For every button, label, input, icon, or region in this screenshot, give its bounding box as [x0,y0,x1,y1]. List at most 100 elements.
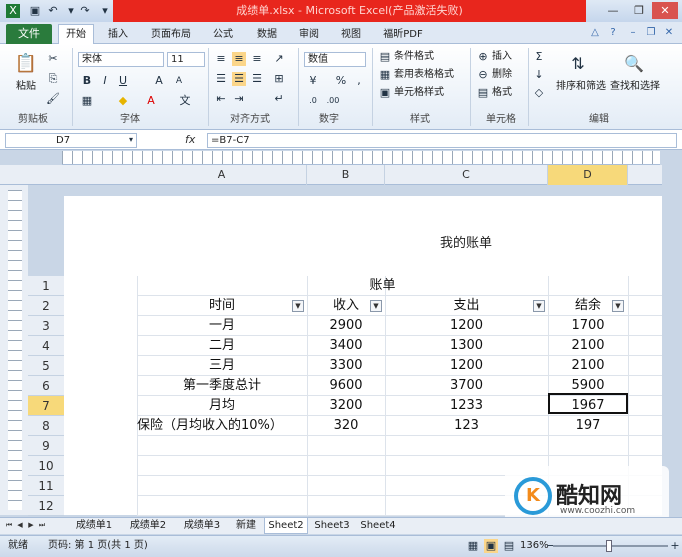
table-cell[interactable]: 3200 [307,396,385,416]
quick-access-customize-icon[interactable]: ▾ [98,4,112,18]
fill-color-icon[interactable]: ◆ [116,94,130,108]
name-box[interactable]: D7 [5,133,137,148]
format-painter-icon[interactable]: 🖌 [46,92,60,106]
tab-formulas[interactable]: 公式 [206,26,240,44]
number-format-combo[interactable]: 数值 [304,52,366,67]
insert-cells-button[interactable]: 插入 [492,50,512,64]
column-header-a[interactable]: A [137,165,307,185]
font-size-combo[interactable]: 11 [167,52,205,67]
table-cell[interactable]: 3300 [307,356,385,376]
column-header-c[interactable]: C [385,165,548,185]
orientation-icon[interactable]: ↗ [272,52,286,66]
increase-indent-icon[interactable]: ⇥ [232,92,246,106]
doc-close-icon[interactable]: ✕ [662,26,676,40]
close-button[interactable]: ✕ [652,2,678,19]
sort-filter-button[interactable]: 排序和筛选 [556,80,606,94]
filter-dropdown-icon[interactable]: ▼ [292,300,304,312]
row-header-4[interactable]: 4 [28,336,64,356]
sheet-tab[interactable]: Sheet4 [356,518,400,534]
cut-icon[interactable]: ✂ [46,52,60,66]
zoom-in-icon[interactable]: + [668,539,682,553]
table-cell[interactable]: 9600 [307,376,385,396]
table-cell[interactable]: 3700 [385,376,548,396]
sheet-tab[interactable]: 成绩单1 [68,518,120,534]
copy-icon[interactable]: ⎘ [46,72,60,86]
sheet-tab-active[interactable]: Sheet2 [264,518,308,534]
merge-center-icon[interactable]: ⊞ [272,72,286,86]
prev-sheet-icon[interactable]: ◀ [15,519,25,532]
table-cell[interactable]: 1200 [385,316,548,336]
table-cell[interactable]: 保险（月均收入的10%） [137,416,307,436]
doc-minimize-icon[interactable]: – [626,26,640,40]
collapse-ribbon-icon[interactable]: △ [588,26,602,40]
filter-dropdown-icon[interactable]: ▼ [533,300,545,312]
normal-view-icon[interactable]: ▦ [466,539,480,553]
table-cell[interactable]: 二月 [137,336,307,356]
table-cell[interactable]: 三月 [137,356,307,376]
grow-font-icon[interactable]: A [152,74,166,88]
tab-data[interactable]: 数据 [250,26,284,44]
paste-icon[interactable]: 📋 [14,52,38,76]
phonetic-icon[interactable]: 文 [178,94,192,108]
first-sheet-icon[interactable]: ⏮ [4,519,14,532]
underline-icon[interactable]: U [116,74,130,88]
table-cell[interactable]: 1300 [385,336,548,356]
sheet-tab[interactable]: 成绩单3 [176,518,228,534]
table-cell[interactable]: 123 [385,416,548,436]
row-header-2[interactable]: 2 [28,296,64,316]
row-header-9[interactable]: 9 [28,436,64,456]
tab-foxit-pdf[interactable]: 福昕PDF [376,26,430,44]
currency-icon[interactable]: ¥ [306,74,320,88]
clear-icon[interactable]: ◇ [532,86,546,100]
name-box-dropdown-icon[interactable]: ▾ [124,133,138,147]
header-time[interactable]: 时间 [137,296,307,316]
decrease-decimal-icon[interactable]: .00 [326,94,340,108]
row-header-7[interactable]: 7 [28,396,64,416]
row-header-3[interactable]: 3 [28,316,64,336]
align-center-icon[interactable]: ☰ [232,72,246,86]
tab-review[interactable]: 审阅 [292,26,326,44]
table-format-button[interactable]: 套用表格格式 [394,68,454,82]
borders-icon[interactable]: ▦ [80,94,94,108]
row-header-1[interactable]: 1 [28,276,64,296]
tab-file[interactable]: 文件 [6,24,52,44]
redo-icon[interactable]: ↷ [78,4,92,18]
wrap-text-icon[interactable]: ↵ [272,92,286,106]
row-header-6[interactable]: 6 [28,376,64,396]
tab-insert[interactable]: 插入 [100,26,136,44]
row-header-11[interactable]: 11 [28,476,64,496]
formula-input[interactable]: =B7-C7 [207,133,677,148]
help-icon[interactable]: ? [606,26,620,40]
fill-icon[interactable]: ↓ [532,68,546,82]
sheet-tab[interactable]: 新建 [230,518,262,534]
align-middle-icon[interactable]: ≡ [232,52,246,66]
font-name-combo[interactable]: 宋体 [78,52,164,67]
italic-icon[interactable]: I [98,74,112,88]
align-left-icon[interactable]: ☰ [214,72,228,86]
percent-icon[interactable]: % [334,74,348,88]
font-color-icon[interactable]: A [144,94,158,108]
bold-icon[interactable]: B [80,74,94,88]
filter-dropdown-icon[interactable]: ▼ [612,300,624,312]
last-sheet-icon[interactable]: ⏭ [37,519,47,532]
page-break-view-icon[interactable]: ▤ [502,539,516,553]
table-cell[interactable]: 3400 [307,336,385,356]
conditional-format-button[interactable]: 条件格式 [394,50,434,64]
zoom-slider-handle[interactable] [606,540,612,552]
page-layout-view-icon[interactable]: ▣ [484,539,498,553]
table-cell[interactable]: 2100 [548,356,628,376]
cell-style-button[interactable]: 单元格样式 [394,86,444,100]
table-cell[interactable]: 2100 [548,336,628,356]
find-select-button[interactable]: 查找和选择 [610,80,660,94]
delete-cells-button[interactable]: 删除 [492,68,512,82]
table-cell[interactable]: 1233 [385,396,548,416]
page-header[interactable]: 我的账单 [440,232,570,251]
sheet-tab[interactable]: Sheet3 [310,518,354,534]
column-header-b[interactable]: B [307,165,385,185]
table-cell[interactable]: 2900 [307,316,385,336]
table-title[interactable]: 账单 [137,276,628,296]
undo-icon[interactable]: ↶ [46,4,60,18]
paste-button[interactable]: 粘贴 [16,80,36,94]
tab-view[interactable]: 视图 [334,26,368,44]
align-top-icon[interactable]: ≡ [214,52,228,66]
